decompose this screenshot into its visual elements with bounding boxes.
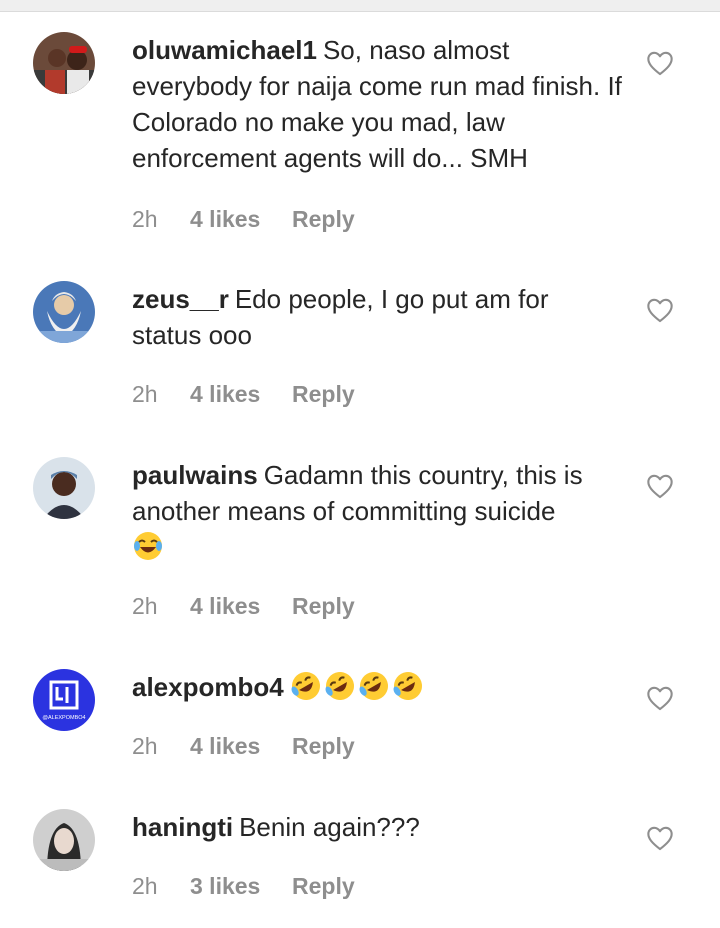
comment-text: paulwains Gadamn this country, this is an… bbox=[132, 457, 622, 565]
avatar[interactable] bbox=[33, 809, 95, 871]
comment-likes[interactable]: 4 likes bbox=[190, 381, 292, 408]
comment-time: 2h bbox=[132, 873, 158, 899]
comment-meta: 2h 3 likes Reply bbox=[132, 873, 355, 900]
reply-button[interactable]: Reply bbox=[292, 381, 355, 408]
heart-outline-icon[interactable] bbox=[646, 825, 674, 851]
face-with-tears-of-joy-icon bbox=[132, 530, 164, 562]
avatar[interactable] bbox=[33, 281, 95, 343]
comment-text: oluwamichael1 So, naso almost everybody f… bbox=[132, 32, 622, 176]
top-divider-bar bbox=[0, 0, 720, 12]
comment-time: 2h bbox=[132, 206, 158, 232]
avatar[interactable] bbox=[33, 32, 95, 94]
rolling-on-the-floor-laughing-icon bbox=[358, 670, 390, 702]
avatar[interactable] bbox=[33, 457, 95, 519]
heart-outline-icon[interactable] bbox=[646, 473, 674, 499]
comment-time: 2h bbox=[132, 593, 158, 619]
comment-likes[interactable]: 4 likes bbox=[190, 733, 292, 760]
comment-body: Benin again??? bbox=[239, 812, 420, 842]
rolling-on-the-floor-laughing-icon bbox=[324, 670, 356, 702]
heart-outline-icon[interactable] bbox=[646, 297, 674, 323]
comment-username[interactable]: oluwamichael1 bbox=[132, 35, 317, 65]
reply-button[interactable]: Reply bbox=[292, 593, 355, 620]
comment-time: 2h bbox=[132, 381, 158, 407]
rolling-on-the-floor-laughing-icon bbox=[290, 670, 322, 702]
avatar[interactable]: @ALEXPOMBO4 bbox=[33, 669, 95, 731]
reply-button[interactable]: Reply bbox=[292, 733, 355, 760]
reply-button[interactable]: Reply bbox=[292, 873, 355, 900]
heart-outline-icon[interactable] bbox=[646, 50, 674, 76]
comment-username[interactable]: haningti bbox=[132, 812, 233, 842]
comment-likes[interactable]: 4 likes bbox=[190, 593, 292, 620]
comment-meta: 2h 4 likes Reply bbox=[132, 381, 355, 408]
comment-username[interactable]: alexpombo4 bbox=[132, 672, 284, 702]
comment-text: alexpombo4 bbox=[132, 669, 622, 705]
comment-username[interactable]: paulwains bbox=[132, 460, 258, 490]
heart-outline-icon[interactable] bbox=[646, 685, 674, 711]
comment-text: zeus__r Edo people, I go put am for statu… bbox=[132, 281, 622, 353]
comment-time: 2h bbox=[132, 733, 158, 759]
comment-meta: 2h 4 likes Reply bbox=[132, 593, 355, 620]
comment-username[interactable]: zeus__r bbox=[132, 284, 229, 314]
reply-button[interactable]: Reply bbox=[292, 206, 355, 233]
rolling-on-the-floor-laughing-icon bbox=[392, 670, 424, 702]
comment-meta: 2h 4 likes Reply bbox=[132, 733, 355, 760]
comment-likes[interactable]: 4 likes bbox=[190, 206, 292, 233]
comment-likes[interactable]: 3 likes bbox=[190, 873, 292, 900]
comment-text: haningti Benin again??? bbox=[132, 809, 622, 845]
comment-meta: 2h 4 likes Reply bbox=[132, 206, 355, 233]
avatar-logo-text: @ALEXPOMBO4 bbox=[42, 715, 85, 721]
